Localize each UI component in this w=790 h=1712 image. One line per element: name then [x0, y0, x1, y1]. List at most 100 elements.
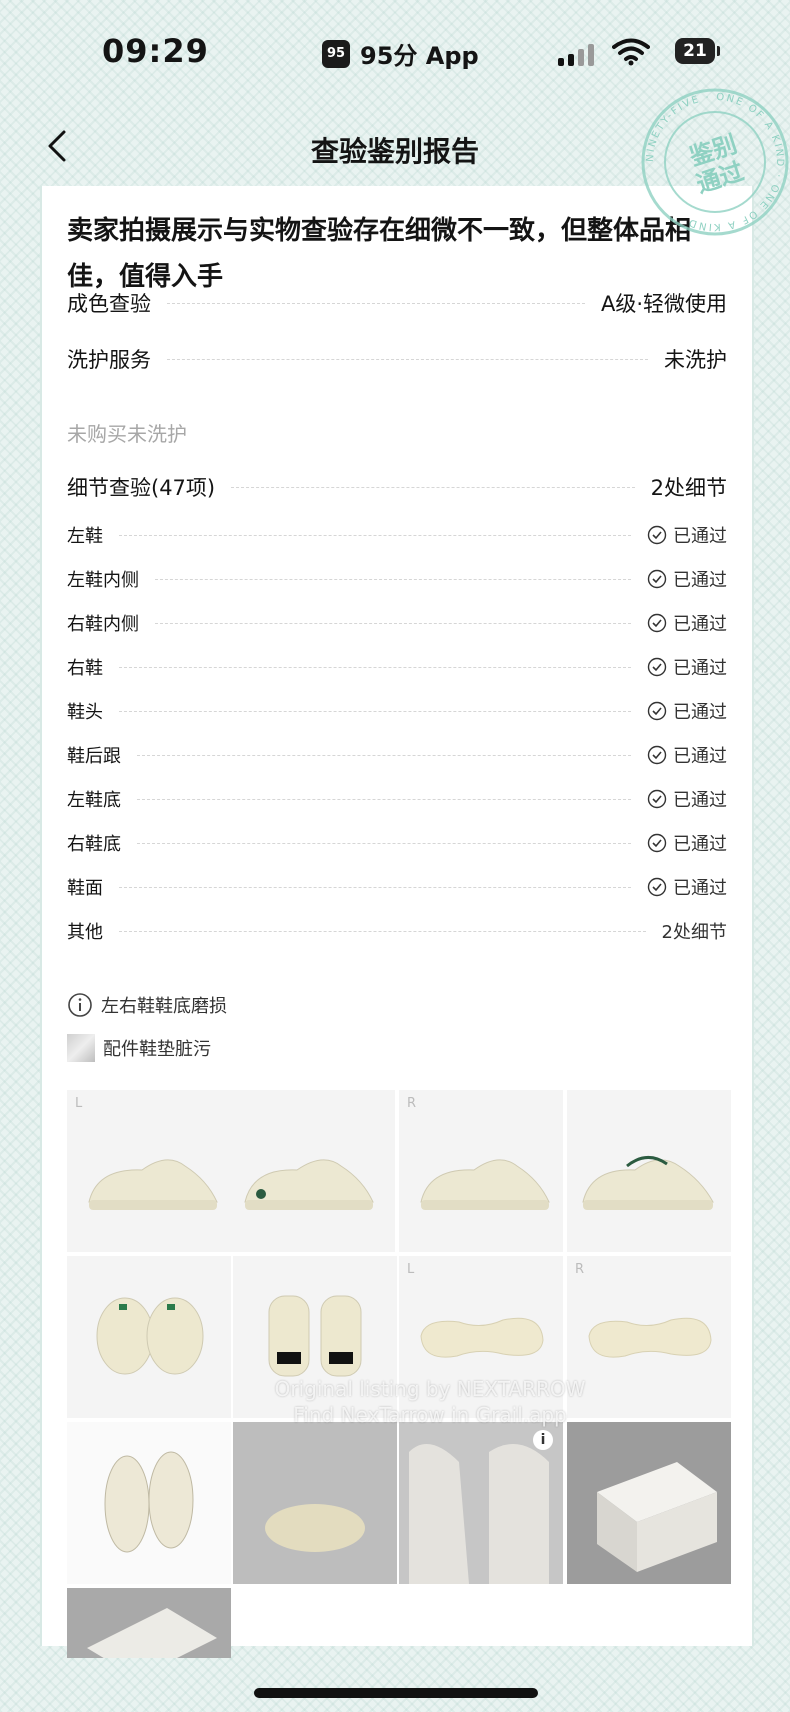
inspection-item-status: 已通过: [647, 698, 727, 724]
check-circle-icon: [647, 789, 667, 809]
photo-top-view[interactable]: [67, 1422, 231, 1584]
shoe-top-image: [104, 1451, 194, 1553]
carrier-label: 95 95分 App: [322, 36, 479, 71]
photo-right-shoe-inner[interactable]: [567, 1090, 731, 1252]
inspection-item-label: 鞋后跟: [67, 746, 121, 767]
details-label: 细节查验(47项): [67, 476, 216, 500]
inspection-item-label: 左鞋内侧: [67, 570, 139, 591]
inspection-item[interactable]: 右鞋 已通过: [67, 654, 727, 680]
inspection-item-status-text: 已通过: [673, 526, 727, 547]
inspection-item-label: 右鞋底: [67, 834, 121, 855]
signal-icon: [558, 44, 594, 66]
dotted-leader: [137, 798, 631, 800]
inspection-item-status: 已通过: [647, 654, 727, 680]
inspection-item[interactable]: 鞋头 已通过: [67, 698, 727, 724]
home-indicator[interactable]: [254, 1688, 538, 1698]
inspection-item-status: 2处细节: [662, 918, 727, 944]
inspection-item-label: 其他: [67, 922, 103, 943]
shoe-box-image: [87, 1608, 217, 1658]
shoe-toe-image: [96, 1297, 204, 1375]
inspection-item-status: 已通过: [647, 566, 727, 592]
inspection-item-status-text: 已通过: [673, 746, 727, 767]
inspection-item[interactable]: 其他 2处细节: [67, 918, 727, 944]
report-summary: 卖家拍摄展示与实物查验存在细微不一致，但整体品相佳，值得入手: [67, 216, 692, 292]
details-row: 细节查验(47项) 2处细节: [67, 472, 727, 502]
inspection-item-label: 鞋头: [67, 702, 103, 723]
photo-thumbnail-icon: [67, 1034, 95, 1062]
photo-toe[interactable]: [67, 1256, 231, 1418]
photo-left-shoe[interactable]: L: [67, 1090, 395, 1252]
dotted-leader: [231, 486, 635, 488]
app-logo-icon: 95: [322, 39, 350, 68]
issue-text: 配件鞋垫脏污: [103, 1039, 211, 1060]
inspection-item-status: 已通过: [647, 786, 727, 812]
condition-value: A级·轻微使用: [600, 292, 727, 316]
inspection-item[interactable]: 左鞋内侧 已通过: [67, 566, 727, 592]
inspection-item-status-text: 已通过: [673, 614, 727, 635]
check-circle-icon: [647, 701, 667, 721]
issue-item[interactable]: 配件鞋垫脏污: [67, 1034, 211, 1062]
check-circle-icon: [647, 613, 667, 633]
authenticated-stamp-icon: NINETY-FIVE · ONE OF A KIND · ONE OF A K…: [641, 88, 789, 236]
inspection-item[interactable]: 鞋后跟 已通过: [67, 742, 727, 768]
inspection-item[interactable]: 鞋面 已通过: [67, 874, 727, 900]
inspection-item[interactable]: 左鞋 已通过: [67, 522, 727, 548]
condition-row: 成色查验 A级·轻微使用: [67, 288, 727, 318]
inspection-item-status-text: 已通过: [673, 790, 727, 811]
inspection-item-status-text: 已通过: [673, 878, 727, 899]
dotted-leader: [119, 666, 631, 668]
shoe-box-image: [597, 1462, 717, 1572]
dotted-leader: [167, 302, 585, 304]
cleaning-value: 未洗护: [664, 348, 727, 372]
inspection-item-status-text: 已通过: [673, 834, 727, 855]
cleaning-label: 洗护服务: [67, 348, 151, 372]
condition-label: 成色查验: [67, 292, 151, 316]
watermark-line: Original listing by NEXTARROW: [274, 1377, 586, 1401]
inspection-item-status: 已通过: [647, 522, 727, 548]
details-value: 2处细节: [650, 476, 727, 500]
info-badge-icon[interactable]: i: [533, 1430, 553, 1450]
inspection-item-status-text: 已通过: [673, 570, 727, 591]
wifi-icon: [612, 38, 650, 66]
check-circle-icon: [647, 569, 667, 589]
inspection-item[interactable]: 右鞋内侧 已通过: [67, 610, 727, 636]
dotted-leader: [119, 930, 646, 932]
carrier-name: 95分 App: [360, 42, 479, 70]
check-circle-icon: [647, 877, 667, 897]
inspection-item[interactable]: 左鞋底 已通过: [67, 786, 727, 812]
shoe-side-image: [420, 1159, 550, 1210]
issue-text: 左右鞋鞋底磨损: [101, 996, 227, 1017]
issue-item[interactable]: 左右鞋鞋底磨损: [67, 992, 227, 1018]
check-circle-icon: [647, 833, 667, 853]
dotted-leader: [137, 754, 631, 756]
dotted-leader: [155, 622, 631, 624]
inspection-item-status: 已通过: [647, 830, 727, 856]
photo-right-shoe[interactable]: R: [399, 1090, 563, 1252]
photo-box[interactable]: [567, 1422, 731, 1584]
dotted-leader: [119, 710, 631, 712]
inspection-item-status: 已通过: [647, 610, 727, 636]
dotted-leader: [137, 842, 631, 844]
photo-box-2[interactable]: [67, 1588, 231, 1658]
inspection-item-label: 右鞋内侧: [67, 614, 139, 635]
photo-insole-detail[interactable]: i: [399, 1422, 563, 1584]
inspection-item-status-text: 2处细节: [661, 922, 727, 943]
dotted-leader: [119, 534, 631, 536]
inspection-item-label: 左鞋: [67, 526, 103, 547]
dotted-leader: [167, 358, 648, 360]
inspection-item-status-text: 已通过: [673, 702, 727, 723]
inspection-item[interactable]: 右鞋底 已通过: [67, 830, 727, 856]
inspection-item-label: 左鞋底: [67, 790, 121, 811]
inspection-item-status: 已通过: [647, 742, 727, 768]
inspection-item-label: 鞋面: [67, 878, 103, 899]
photo-insole[interactable]: [233, 1422, 397, 1584]
check-circle-icon: [647, 525, 667, 545]
inspection-item-status-text: 已通过: [673, 658, 727, 679]
check-circle-icon: [647, 657, 667, 677]
inspection-item-label: 右鞋: [67, 658, 103, 679]
dotted-leader: [155, 578, 631, 580]
watermark-text: Original listing by NEXTARROW Find NexTa…: [220, 1376, 640, 1428]
status-time: 09:29: [102, 32, 209, 70]
shoe-side-image: [88, 1159, 374, 1210]
insole-image: [265, 1504, 365, 1552]
